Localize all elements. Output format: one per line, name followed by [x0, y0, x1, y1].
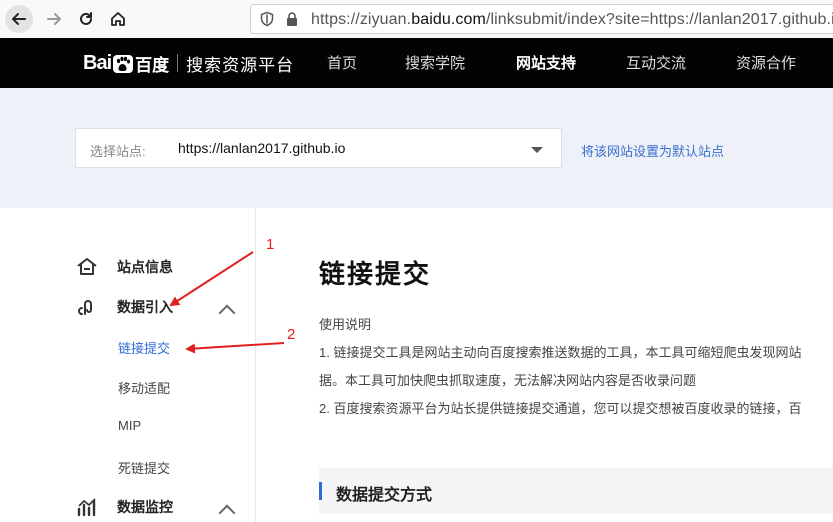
annotation-label-1: 1: [266, 236, 275, 253]
sidebar-item-label: 数据监控: [117, 499, 173, 515]
usage-heading: 使用说明: [319, 317, 372, 332]
lock-icon[interactable]: [285, 11, 299, 27]
description-line: 2. 百度搜索资源平台为站长提供链接提交通道，您可以提交想被百度收录的链接，百: [319, 401, 802, 416]
chart-icon: [75, 496, 99, 518]
chevron-up-icon[interactable]: [218, 504, 236, 522]
sidebar: 站点信息 数据引入 链接提交 移动适配 MIP 死链提交 数据监控: [0, 208, 256, 522]
home-icon: [111, 12, 125, 26]
sidebar-subitem-mip[interactable]: MIP: [118, 418, 141, 433]
section-title: 数据提交方式: [336, 487, 433, 504]
site-selector-band: 选择站点: https://lanlan2017.github.io 将该网站设…: [0, 88, 833, 208]
logo-divider: [177, 54, 179, 72]
sidebar-subitem-deadlink[interactable]: 死链提交: [118, 458, 170, 477]
baidu-logo[interactable]: Bai 百度 搜索资源平台: [83, 42, 294, 84]
nav-site-support[interactable]: 网站支持: [516, 52, 576, 73]
description-line: 据。本工具可加快爬虫抓取速度，无法解决网站内容是否收录问题: [319, 373, 697, 388]
sidebar-item-site-info[interactable]: 站点信息: [75, 256, 173, 278]
link-icon: [75, 296, 99, 318]
nav-academy[interactable]: 搜索学院: [405, 52, 465, 73]
sidebar-subitem-link-submit[interactable]: 链接提交: [118, 338, 170, 357]
description-line: 1. 链接提交工具是网站主动向百度搜索推送数据的工具，本工具可缩短爬虫发现网站: [319, 345, 802, 360]
browser-toolbar: https://ziyuan.baidu.com/linksubmit/inde…: [0, 0, 833, 39]
site-select-dropdown[interactable]: 选择站点: https://lanlan2017.github.io: [75, 128, 562, 168]
nav-community[interactable]: 互动交流: [626, 52, 686, 73]
reload-button[interactable]: [72, 5, 100, 33]
annotation-label-2: 2: [287, 326, 296, 343]
url-text: https://ziyuan.baidu.com/linksubmit/inde…: [311, 11, 833, 28]
arrow-right-icon: [47, 13, 61, 25]
caret-down-icon[interactable]: [531, 147, 543, 153]
section-header: 数据提交方式: [319, 468, 833, 514]
shield-icon[interactable]: [259, 11, 275, 27]
chevron-up-icon[interactable]: [218, 304, 236, 322]
site-select-value: https://lanlan2017.github.io: [178, 140, 346, 156]
baidu-paw-icon: [113, 55, 134, 73]
nav-cooperation[interactable]: 资源合作: [736, 52, 796, 73]
arrow-left-icon: [12, 13, 26, 25]
sidebar-item-label: 站点信息: [117, 259, 173, 275]
section-accent-bar: [319, 482, 322, 500]
set-default-site-link[interactable]: 将该网站设置为默认站点: [581, 141, 724, 160]
back-button[interactable]: [5, 5, 33, 33]
sidebar-item-label: 数据引入: [117, 299, 173, 315]
nav-home[interactable]: 首页: [327, 52, 357, 73]
sidebar-item-data-import[interactable]: 数据引入: [75, 296, 173, 318]
address-bar[interactable]: https://ziyuan.baidu.com/linksubmit/inde…: [250, 4, 833, 34]
top-navigation: Bai 百度 搜索资源平台 首页 搜索学院 网站支持 互动交流 资源合作: [0, 38, 833, 88]
sidebar-subitem-mobile-adapt[interactable]: 移动适配: [118, 378, 170, 397]
house-icon: [75, 256, 99, 278]
page-title: 链接提交: [319, 259, 432, 289]
forward-button[interactable]: [40, 5, 68, 33]
site-select-label: 选择站点:: [90, 144, 146, 159]
sidebar-item-data-monitor[interactable]: 数据监控: [75, 496, 173, 518]
home-button[interactable]: [104, 5, 132, 33]
reload-icon: [80, 12, 92, 25]
